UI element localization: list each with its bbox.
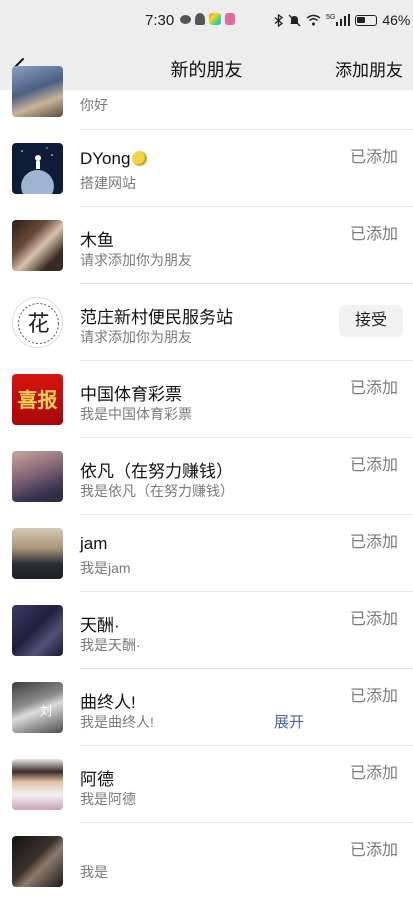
bell-icon	[195, 13, 205, 25]
accept-button[interactable]: 接受	[339, 305, 403, 337]
friend-name: DYong	[80, 149, 148, 169]
moon-emoji-icon	[132, 151, 148, 166]
friend-message: 我是中国体育彩票	[80, 406, 192, 422]
friend-name: 阿德	[80, 770, 114, 789]
friend-row[interactable]: jam 我是jam 已添加	[0, 515, 413, 592]
friend-name: 范庄新村便民服务站	[80, 308, 233, 327]
friend-message: 我是曲终人!	[80, 714, 154, 730]
friend-name: 中国体育彩票	[80, 385, 182, 404]
friend-name: 曲终人!	[80, 693, 136, 712]
expand-link[interactable]: 展开	[274, 711, 304, 732]
wechat-icon	[180, 14, 191, 24]
added-status: 已添加	[349, 457, 398, 474]
friend-row[interactable]: 木鱼 请求添加你为朋友 已添加	[0, 207, 413, 284]
notification-icons	[180, 13, 235, 25]
avatar: 花	[12, 297, 63, 348]
friend-row[interactable]: DYong 搭建网站 已添加	[0, 130, 413, 207]
added-status: 已添加	[349, 765, 398, 782]
friend-message: 请求添加你为朋友	[80, 252, 192, 268]
avatar	[12, 66, 63, 117]
avatar	[12, 605, 63, 656]
friend-message: 请求添加你为朋友	[80, 329, 192, 345]
avatar: 刘	[12, 682, 63, 733]
signal-icon	[336, 14, 351, 26]
friend-name: jam	[80, 534, 108, 553]
added-status: 已添加	[349, 226, 398, 243]
mute-icon	[288, 14, 301, 26]
status-time: 7:30	[145, 12, 175, 29]
status-bar: 7:30 5G 46%	[0, 0, 413, 44]
wifi-icon	[306, 14, 321, 26]
app2-icon	[225, 13, 235, 25]
friend-message: 我是	[80, 864, 108, 880]
svg-text:花: 花	[27, 312, 49, 337]
added-status: 已添加	[349, 611, 398, 628]
avatar: 喜报	[12, 374, 63, 425]
svg-text:喜报: 喜报	[18, 388, 58, 412]
avatar	[12, 836, 63, 887]
svg-text:刘: 刘	[40, 704, 52, 718]
friend-row[interactable]: 你好	[0, 53, 413, 130]
battery-percent: 46%	[382, 12, 411, 28]
friend-name: 木鱼	[80, 231, 114, 250]
friend-message: 我是jam	[80, 560, 131, 576]
friend-row[interactable]: 我是 已添加	[0, 823, 413, 900]
friend-message: 我是阿德	[80, 791, 136, 807]
friend-row[interactable]: 天酬· 我是天酬· 已添加	[0, 592, 413, 669]
lottery-logo-icon: 喜报	[18, 388, 58, 412]
friend-message: 搭建网站	[80, 175, 136, 191]
friend-message: 我是天酬·	[80, 637, 141, 653]
service-station-logo-icon: 花	[18, 303, 59, 344]
bluetooth-icon	[274, 13, 283, 27]
friend-message: 我是依凡（在努力赚钱）	[80, 483, 234, 499]
friend-row[interactable]: 刘 曲终人! 我是曲终人! 展开 已添加	[0, 669, 413, 746]
added-status: 已添加	[349, 149, 398, 166]
avatar	[12, 451, 63, 502]
avatar	[12, 220, 63, 271]
system-status: 5G 46%	[274, 12, 410, 28]
friend-row[interactable]: 依凡（在努力赚钱） 我是依凡（在努力赚钱） 已添加	[0, 438, 413, 515]
wolf-avatar-icon: 刘	[40, 704, 52, 718]
avatar	[12, 759, 63, 810]
added-status: 已添加	[349, 688, 398, 705]
avatar	[12, 528, 63, 579]
added-status: 已添加	[349, 380, 398, 397]
added-status: 已添加	[349, 842, 398, 859]
friend-message: 你好	[80, 97, 108, 113]
network-label: 5G	[326, 13, 336, 21]
friend-row[interactable]: 喜报 中国体育彩票 我是中国体育彩票 已添加	[0, 361, 413, 438]
friend-name: 天酬·	[80, 616, 120, 635]
app-icon	[209, 13, 221, 25]
friend-row[interactable]: 阿德 我是阿德 已添加	[0, 746, 413, 823]
astronaut-icon	[21, 147, 53, 169]
friend-name: 依凡（在努力赚钱）	[80, 462, 233, 481]
battery-icon	[355, 14, 378, 26]
avatar	[12, 143, 63, 194]
friend-row[interactable]: 花 范庄新村便民服务站 请求添加你为朋友 接受	[0, 284, 413, 361]
added-status: 已添加	[349, 534, 398, 551]
